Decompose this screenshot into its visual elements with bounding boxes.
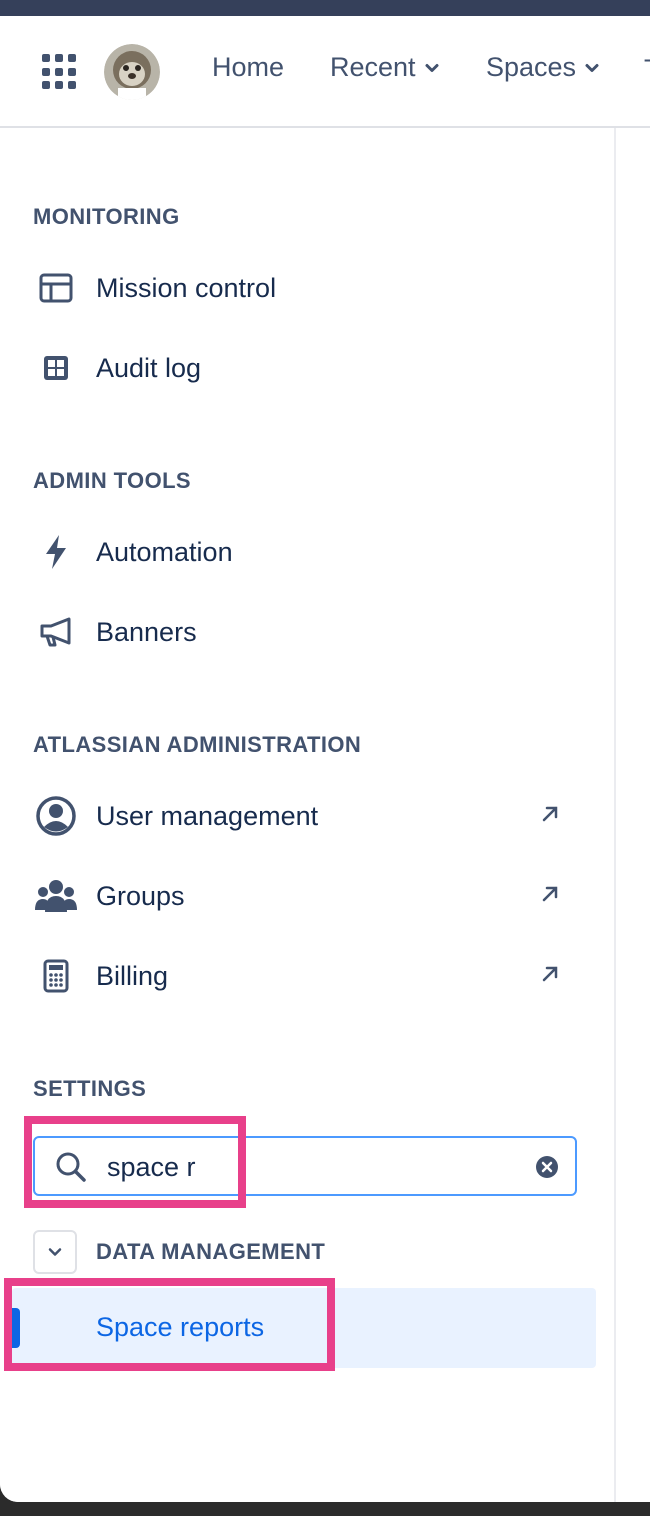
external-link-icon [542,886,558,902]
nav-spaces-label: Spaces [486,52,577,82]
search-input-value: space r [107,1152,196,1182]
chevron-down-icon [48,1248,62,1256]
section-title-admin-tools: ADMIN TOOLS [33,468,191,493]
top-navigation: Home Recent Spaces T [0,16,650,128]
nav-home[interactable]: Home [212,52,284,83]
sidebar-item-label: Billing [96,960,169,991]
active-indicator [12,1308,20,1348]
lightning-icon [30,532,82,572]
nav-overflow-fragment: T [644,54,650,85]
sidebar-item-user-management[interactable]: User management [30,788,570,844]
sidebar-item-space-reports[interactable]: Space reports [12,1288,596,1368]
sidebar-item-label: Mission control [96,272,277,303]
user-circle-icon [30,796,82,836]
calculator-icon [30,956,82,996]
collapse-data-management-button[interactable] [33,1230,77,1274]
section-title-settings: SETTINGS [33,1076,147,1101]
search-icon [56,1152,86,1182]
sidebar-item-groups[interactable]: Groups [30,868,570,924]
settings-search-input[interactable]: space r [33,1136,577,1196]
nav-recent[interactable]: Recent [330,52,440,83]
clear-search-icon[interactable] [535,1155,559,1179]
sidebar-item-automation[interactable]: Automation [30,524,570,580]
group-title-data-management: DATA MANAGEMENT [96,1239,326,1264]
admin-sidebar: MONITORING Mission control Audit log ADM… [0,128,616,1502]
sidebar-item-label: Automation [96,536,233,567]
nav-recent-label: Recent [330,52,416,82]
sidebar-item-label: Space reports [96,1312,265,1342]
external-link-icon [542,966,558,982]
megaphone-icon [30,612,82,652]
window-top-strip [0,0,650,16]
people-icon [30,876,82,916]
app-switcher-icon[interactable] [42,54,78,90]
sidebar-item-label: Groups [96,880,185,911]
sidebar-item-label: User management [96,800,319,831]
chevron-down-icon [585,63,599,72]
nav-spaces[interactable]: Spaces [486,52,600,83]
external-link-icon [542,806,558,822]
layout-icon [30,268,82,308]
section-title-monitoring: MONITORING [33,204,180,229]
sidebar-item-label: Audit log [96,352,202,383]
nav-home-label: Home [212,52,285,82]
app-window: Home Recent Spaces T MONITORING Mission … [0,16,650,1502]
chevron-down-icon [425,63,439,72]
sidebar-item-mission-control[interactable]: Mission control [30,260,570,316]
sidebar-item-audit-log[interactable]: Audit log [30,340,570,396]
section-title-atlassian-administration: ATLASSIAN ADMINISTRATION [33,732,362,757]
sidebar-item-label: Banners [96,616,197,647]
sidebar-item-banners[interactable]: Banners [30,604,570,660]
sidebar-item-billing[interactable]: Billing [30,948,570,1004]
avatar[interactable] [104,44,160,100]
grid-icon [30,348,82,388]
